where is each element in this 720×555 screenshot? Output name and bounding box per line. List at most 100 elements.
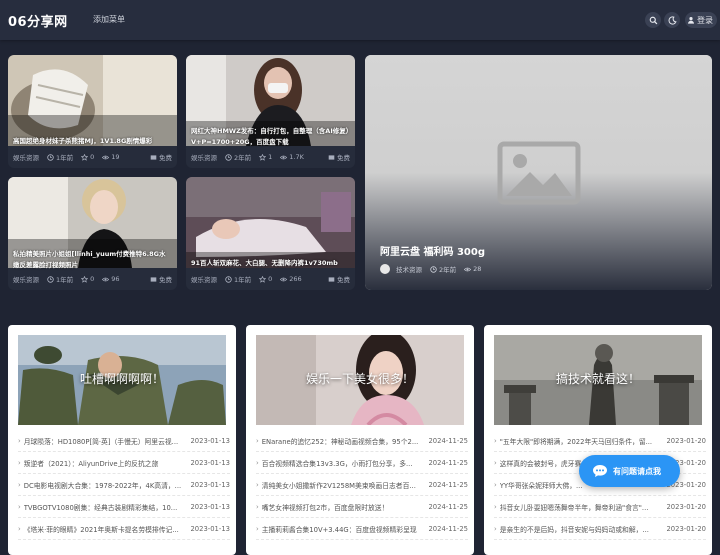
list-item[interactable]: › 是亲生的不是后妈，抖音安妮与妈妈动或和解，... 2023-01-20	[494, 519, 706, 540]
featured-post-card[interactable]: 阿里云盘 福利码 300g 技术资源 2年前 28	[365, 55, 712, 290]
post-card[interactable]: 91百人斩双麻花、大白腿、无删降内裤1v730mb 娱乐资源 1年前 0 266…	[186, 177, 355, 290]
post-likes: 0	[268, 275, 273, 283]
add-menu-link[interactable]: 添加菜单	[93, 14, 125, 25]
post-meta: 娱乐资源 2年前 1 1.7K 免费	[191, 152, 350, 162]
theme-toggle-button[interactable]	[664, 12, 680, 28]
list-item[interactable]: › 抖音女儿卧耍妞嗯荡舞帝半年，舞帝利涵"食言"... 2023-01-20	[494, 497, 706, 518]
list-item[interactable]: › TVBGOTV1080剧集：经典古装剧精彩集结，10... 2023-01-13	[18, 497, 230, 518]
list-item-title[interactable]: 月球陨落：HD1080P[简·英]（手慢无）阿里云视...	[24, 436, 185, 446]
post-category[interactable]: 娱乐资源	[191, 152, 217, 162]
category-banner[interactable]: 吐槽啊啊啊啊！	[18, 335, 226, 425]
list-item-title[interactable]: 主播莉莉酱合集10V+3.44G：百度盘视频精彩呈现	[262, 524, 423, 534]
search-icon	[649, 16, 657, 24]
featured-title[interactable]: 阿里云盘 福利码 300g	[380, 243, 485, 258]
tag-icon	[150, 276, 157, 282]
category-banner[interactable]: 娱乐一下美女很多！	[256, 335, 464, 425]
list-item[interactable]: › 月球陨落：HD1080P[简·英]（手慢无）阿里云视... 2023-01-13	[18, 431, 230, 452]
list-item-title[interactable]: "五年大限"即将期满，2022年天马回归条件，留...	[500, 436, 661, 446]
site-logo[interactable]: 06分享网	[8, 11, 68, 30]
bullet: ›	[256, 481, 259, 489]
list-item-date: 2024-11-25	[428, 525, 468, 533]
tag-icon	[150, 154, 157, 160]
list-item[interactable]: › 百合视频精选合集13v3.3G，小雨打包分享，多... 2024-11-25	[256, 453, 468, 474]
list-item[interactable]: › 嘴艺女神视频打包2市，百度盘限时放送！ 2024-11-25	[256, 497, 468, 518]
eye-icon	[102, 155, 110, 159]
post-time: 1年前	[56, 276, 74, 284]
category-box: 娱乐一下美女很多！ › ENarane的追忆252：神秘动画视频合集，95个2..…	[246, 325, 474, 555]
clock-icon	[225, 153, 232, 161]
login-button[interactable]: 登录	[685, 12, 717, 28]
clock-icon	[225, 275, 232, 283]
list-item-title[interactable]: ENarane的追忆252：神秘动画视频合集，95个2...	[262, 436, 423, 446]
post-title[interactable]: 91百人斩双麻花、大白腿、无删降内裤1v730mb	[191, 258, 349, 269]
post-card[interactable]: 高国超绝身材妹子杀熊猪MJ，1V1.8G剧情爆彩 娱乐资源 1年前 0 19 免…	[8, 55, 177, 168]
post-card[interactable]: 网红大神HMWZ发布：自行打包，自整理（含AI修复）V+P=1700+20G，百…	[186, 55, 355, 168]
list-item[interactable]: › 叛逆者（2021）：AliyunDrive上的反抗之旅 2023-01-13	[18, 453, 230, 474]
author-avatar[interactable]	[380, 264, 390, 274]
post-category[interactable]: 娱乐资源	[13, 152, 39, 162]
bullet: ›	[18, 481, 21, 489]
list-item-title[interactable]: DC电影电视剧大合集：1978-2022年，4K高清，...	[24, 480, 185, 490]
post-price: 免费	[159, 276, 172, 284]
list-item-title[interactable]: TVBGOTV1080剧集：经典古装剧精彩集结，10...	[24, 502, 185, 512]
post-views: 19	[111, 153, 120, 161]
featured-views: 28	[473, 265, 482, 273]
list-item-title[interactable]: 抖音女儿卧耍妞嗯荡舞帝半年，舞帝利涵"食言"...	[500, 502, 661, 512]
list-item-title[interactable]: 百合视频精选合集13v3.3G，小雨打包分享，多...	[262, 458, 423, 468]
bullet: ›	[494, 525, 497, 533]
post-time: 1年前	[234, 276, 252, 284]
post-time: 1年前	[56, 154, 74, 162]
category-caption: 娱乐一下美女很多！	[305, 372, 414, 386]
bullet: ›	[494, 459, 497, 467]
list-item[interactable]: › "五年大限"即将期满，2022年天马回归条件，留... 2023-01-20	[494, 431, 706, 452]
post-card[interactable]: 私拍精美照片小姐姐[llinhi_yuum付费推特6.8G水嫩反差露脸打视频照片…	[8, 177, 177, 290]
category-banner[interactable]: 搞技术就看这！	[494, 335, 702, 425]
list-item-title[interactable]: 嘴艺女神视频打包2市，百度盘限时放送！	[262, 502, 423, 512]
tag-icon	[328, 154, 335, 160]
bullet: ›	[18, 459, 21, 467]
eye-icon	[280, 155, 288, 159]
post-meta: 娱乐资源 1年前 0 19 免费	[13, 152, 172, 162]
list-item-title[interactable]: 是亲生的不是后妈，抖音安妮与妈妈动或和解，...	[500, 524, 661, 534]
post-likes: 0	[90, 275, 95, 283]
list-item-date: 2024-11-25	[428, 481, 468, 489]
list-item[interactable]: › 主播莉莉酱合集10V+3.44G：百度盘视频精彩呈现 2024-11-25	[256, 519, 468, 540]
post-price: 免费	[337, 276, 350, 284]
star-icon	[81, 275, 89, 283]
login-label: 登录	[697, 15, 713, 25]
bullet: ›	[494, 503, 497, 511]
list-item-title[interactable]: 《塔米·菲的眼睛》2021年奥斯卡提名劳模排传记...	[24, 524, 185, 534]
help-chat-button[interactable]: 有问题请点我	[579, 455, 680, 487]
list-item-date: 2023-01-13	[190, 503, 230, 511]
featured-time: 2年前	[439, 266, 457, 274]
featured-meta: 技术资源 2年前 28	[380, 264, 481, 274]
list-item[interactable]: › 清纯美女小姐撒新作2V1258M美束唤画日志者百... 2024-11-25	[256, 475, 468, 496]
list-item-date: 2023-01-13	[190, 481, 230, 489]
bullet: ›	[18, 525, 21, 533]
list-item-title[interactable]: 叛逆者（2021）：AliyunDrive上的反抗之旅	[24, 458, 185, 468]
post-thumbnail	[8, 55, 177, 146]
star-icon	[259, 275, 267, 283]
post-category[interactable]: 娱乐资源	[13, 274, 39, 284]
featured-category[interactable]: 技术资源	[396, 264, 422, 274]
post-title[interactable]: 高国超绝身材妹子杀熊猪MJ，1V1.8G剧情爆彩	[13, 136, 171, 147]
category-caption: 吐槽啊啊啊啊！	[79, 372, 164, 386]
category-box: 吐槽啊啊啊啊！ › 月球陨落：HD1080P[简·英]（手慢无）阿里云视... 20…	[8, 325, 236, 555]
list-item[interactable]: › DC电影电视剧大合集：1978-2022年，4K高清，... 2023-01-1…	[18, 475, 230, 496]
post-title[interactable]: 私拍精美照片小姐姐[llinhi_yuum付费推特6.8G水嫩反差露脸打视频照片	[13, 249, 171, 271]
post-title[interactable]: 网红大神HMWZ发布：自行打包，自整理（含AI修复）V+P=1700+20G，百…	[191, 126, 349, 148]
post-views: 1.7K	[289, 153, 304, 161]
post-views: 266	[289, 275, 302, 283]
search-button[interactable]	[645, 12, 661, 28]
list-item-date: 2024-11-25	[428, 437, 468, 445]
list-item[interactable]: › ENarane的追忆252：神秘动画视频合集，95个2... 2024-11-2…	[256, 431, 468, 452]
post-meta: 娱乐资源 1年前 0 266 免费	[191, 274, 350, 284]
post-category[interactable]: 娱乐资源	[191, 274, 217, 284]
post-likes: 0	[90, 153, 95, 161]
clock-icon	[47, 275, 54, 283]
bullet: ›	[256, 459, 259, 467]
list-item[interactable]: › 《塔米·菲的眼睛》2021年奥斯卡提名劳模排传记... 2023-01-13	[18, 519, 230, 540]
list-item-title[interactable]: 清纯美女小姐撒新作2V1258M美束唤画日志者百...	[262, 480, 423, 490]
eye-icon	[102, 277, 110, 281]
bullet: ›	[256, 525, 259, 533]
